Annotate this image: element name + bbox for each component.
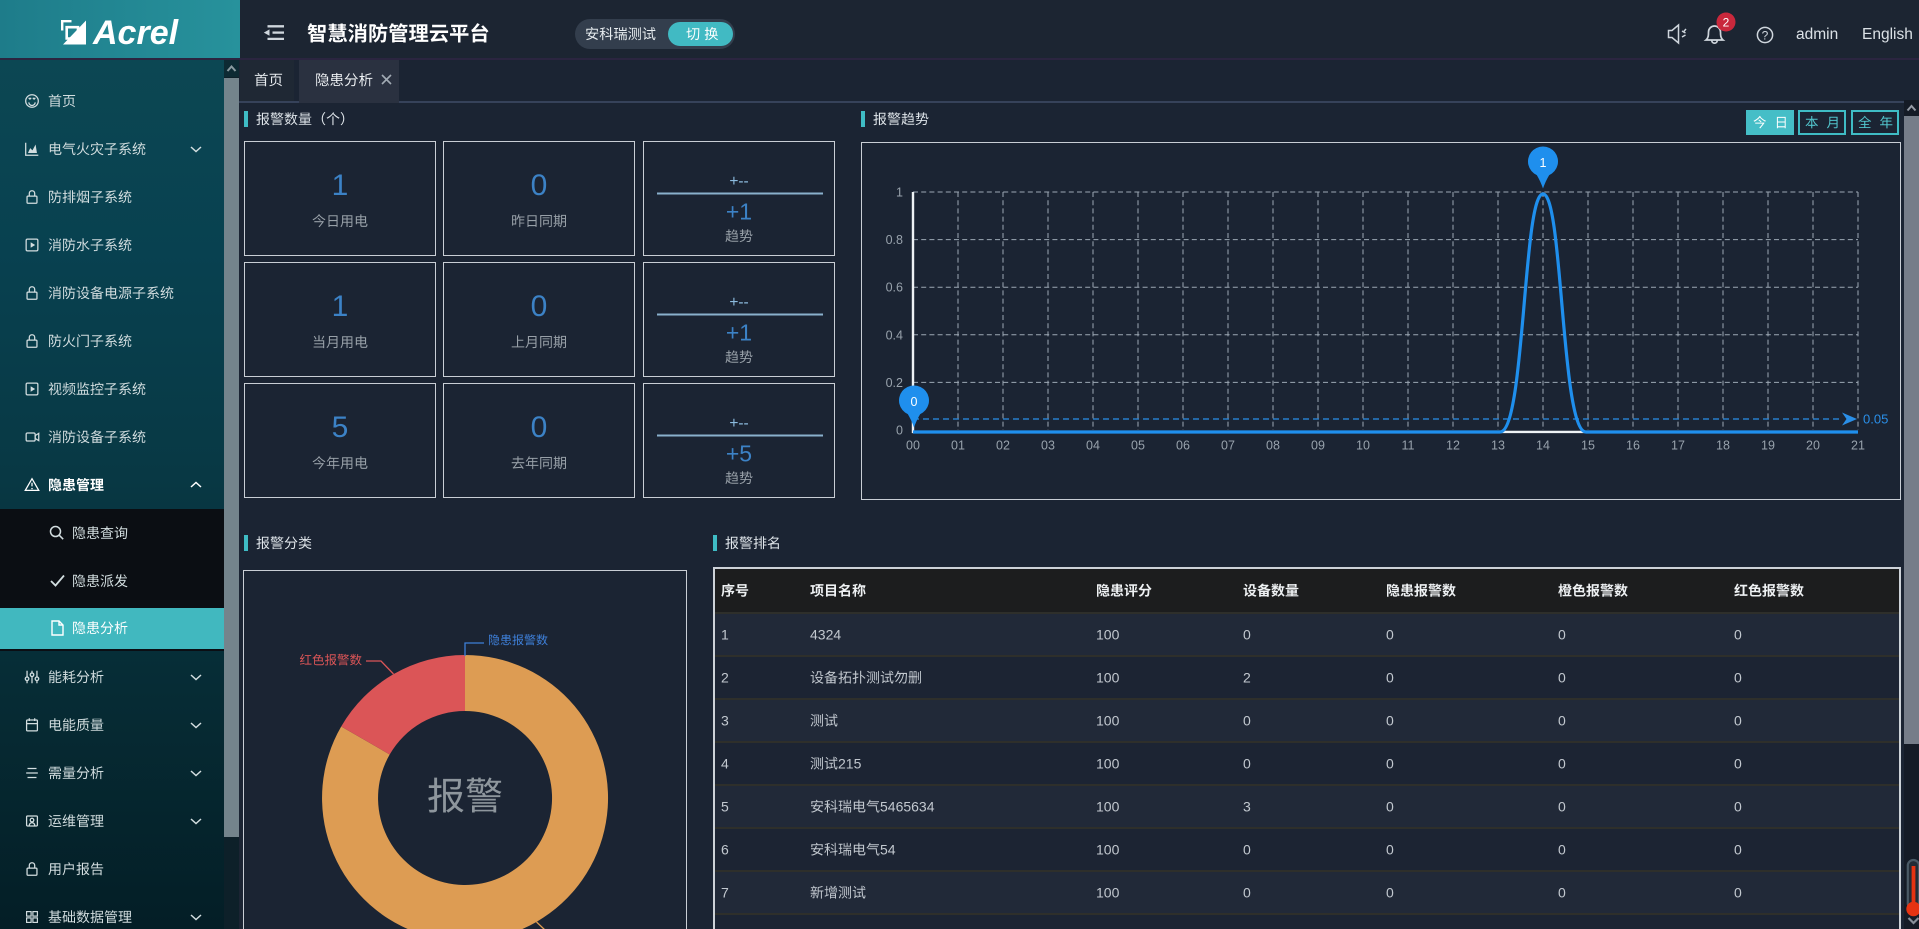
svg-text:0: 0: [531, 169, 548, 202]
svg-text:+--: +--: [729, 173, 748, 190]
svg-text:0.4: 0.4: [886, 328, 903, 342]
svg-text:16: 16: [1626, 439, 1640, 453]
svg-text:100: 100: [1096, 713, 1120, 729]
svg-text:100: 100: [1096, 627, 1120, 643]
svg-text:0: 0: [1734, 627, 1742, 643]
svg-text:12: 12: [1446, 439, 1460, 453]
svg-text:+1: +1: [726, 320, 752, 346]
svg-text:10: 10: [1356, 439, 1370, 453]
svg-text:3: 3: [1243, 799, 1251, 815]
svg-text:100: 100: [1096, 885, 1120, 901]
svg-text:0: 0: [1734, 756, 1742, 772]
svg-text:08: 08: [1266, 439, 1280, 453]
svg-text:0.05: 0.05: [1863, 412, 1888, 427]
svg-text:+5: +5: [726, 441, 752, 467]
svg-text:15: 15: [1581, 439, 1595, 453]
svg-text:English: English: [1862, 26, 1913, 43]
svg-text:0.8: 0.8: [886, 233, 903, 247]
svg-text:0: 0: [896, 424, 903, 438]
svg-text:100: 100: [1096, 756, 1120, 772]
svg-text:0: 0: [911, 395, 918, 409]
svg-text:20: 20: [1806, 439, 1820, 453]
svg-text:5: 5: [721, 799, 729, 815]
svg-text:0: 0: [1558, 885, 1566, 901]
svg-text:4: 4: [721, 756, 729, 772]
svg-text:19: 19: [1761, 439, 1775, 453]
svg-text:54: 54: [880, 842, 896, 858]
svg-text:00: 00: [906, 439, 920, 453]
svg-text:1: 1: [721, 627, 729, 643]
svg-text:0: 0: [1558, 756, 1566, 772]
svg-text:04: 04: [1086, 439, 1100, 453]
svg-text:100: 100: [1096, 670, 1120, 686]
svg-text:0: 0: [1386, 885, 1394, 901]
svg-text:13: 13: [1491, 439, 1505, 453]
svg-text:0: 0: [1734, 885, 1742, 901]
svg-text:18: 18: [1716, 439, 1730, 453]
svg-text:100: 100: [1096, 842, 1120, 858]
svg-text:06: 06: [1176, 439, 1190, 453]
svg-text:0: 0: [1386, 842, 1394, 858]
svg-text:7: 7: [721, 885, 729, 901]
svg-text:+--: +--: [729, 294, 748, 311]
svg-text:1: 1: [896, 186, 903, 200]
svg-text:0: 0: [1243, 627, 1251, 643]
svg-text:2: 2: [1723, 16, 1730, 30]
svg-text:100: 100: [1096, 799, 1120, 815]
svg-text:0: 0: [1386, 713, 1394, 729]
svg-text:0: 0: [1243, 713, 1251, 729]
svg-text:0: 0: [1734, 842, 1742, 858]
svg-text:0: 0: [1243, 756, 1251, 772]
svg-text:admin: admin: [1796, 26, 1838, 43]
svg-text:1: 1: [332, 290, 349, 323]
svg-text:0: 0: [1243, 842, 1251, 858]
svg-text:11: 11: [1402, 439, 1415, 453]
svg-text:0: 0: [1243, 885, 1251, 901]
svg-text:0: 0: [1558, 670, 1566, 686]
svg-text:215: 215: [838, 756, 862, 772]
svg-text:1: 1: [1540, 156, 1547, 170]
svg-text:02: 02: [996, 439, 1010, 453]
svg-text:09: 09: [1311, 439, 1325, 453]
svg-text:5: 5: [332, 411, 349, 444]
svg-text:3: 3: [721, 713, 729, 729]
svg-text:05: 05: [1131, 439, 1145, 453]
svg-text:0: 0: [1734, 713, 1742, 729]
svg-text:0: 0: [531, 290, 548, 323]
svg-text:0: 0: [531, 411, 548, 444]
svg-text:21: 21: [1851, 439, 1865, 453]
svg-text:1: 1: [332, 169, 349, 202]
svg-text:03: 03: [1041, 439, 1055, 453]
svg-text:0: 0: [1558, 799, 1566, 815]
svg-text:+--: +--: [729, 415, 748, 432]
svg-text:5465634: 5465634: [880, 799, 935, 815]
svg-text:4324: 4324: [810, 627, 841, 643]
svg-text:+1: +1: [726, 199, 752, 225]
svg-text:0: 0: [1386, 756, 1394, 772]
svg-text:14: 14: [1536, 439, 1550, 453]
svg-text:0: 0: [1558, 627, 1566, 643]
svg-text:6: 6: [721, 842, 729, 858]
svg-text:2: 2: [721, 670, 729, 686]
svg-text:0: 0: [1734, 670, 1742, 686]
svg-text:0: 0: [1386, 627, 1394, 643]
svg-text:0.6: 0.6: [886, 281, 903, 295]
svg-text:0: 0: [1386, 799, 1394, 815]
svg-text:0: 0: [1558, 713, 1566, 729]
svg-text:17: 17: [1671, 439, 1685, 453]
svg-text:?: ?: [1762, 29, 1769, 43]
svg-text:2: 2: [1243, 670, 1251, 686]
svg-text:0: 0: [1734, 799, 1742, 815]
svg-text:0: 0: [1558, 842, 1566, 858]
svg-text:Acrel: Acrel: [92, 14, 180, 52]
svg-text:07: 07: [1221, 439, 1235, 453]
svg-text:0: 0: [1386, 670, 1394, 686]
svg-text:01: 01: [951, 439, 965, 453]
svg-text:0.2: 0.2: [886, 376, 903, 390]
